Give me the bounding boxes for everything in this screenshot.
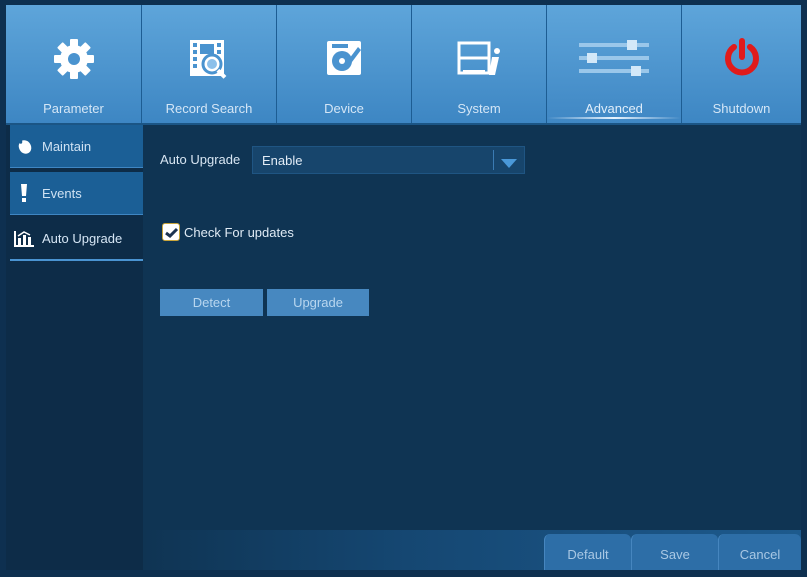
checkmark-icon [165,227,178,238]
maintain-icon [10,137,38,155]
tab-record-search[interactable]: Record Search [142,5,277,124]
tab-label: Shutdown [712,101,771,116]
auto-upgrade-dropdown[interactable]: Enable [252,146,525,174]
tab-label: Parameter [43,101,104,116]
tab-label: Advanced [585,101,643,116]
window-frame-right [801,0,807,577]
active-tab-indicator [547,117,681,119]
save-button[interactable]: Save [631,534,718,574]
window-frame-bottom [0,570,807,577]
detect-button[interactable]: Detect [160,289,263,316]
sidebar-item-maintain[interactable]: Maintain [10,125,143,168]
film-search-icon [142,37,276,79]
check-updates-label: Check For updates [184,225,294,240]
check-updates-checkbox[interactable] [162,223,180,241]
exclamation-icon [10,183,38,203]
gear-icon [6,37,141,79]
sliders-icon [547,37,681,79]
disk-edit-icon [277,37,411,79]
tab-label: Device [324,101,364,116]
sidebar-item-events[interactable]: Events [10,172,143,215]
tab-label: System [457,101,501,116]
sidebar-item-label: Auto Upgrade [42,231,123,246]
sidebar-item-label: Maintain [42,138,92,154]
tab-label: Record Search [165,101,253,116]
tab-shutdown[interactable]: Shutdown [682,5,801,124]
dropdown-value: Enable [262,153,303,168]
default-button[interactable]: Default [544,534,631,574]
content-panel: Auto Upgrade Enable Check For updates De… [143,125,801,570]
tab-system[interactable]: System [412,5,547,124]
sidebar-item-label: Events [42,185,82,201]
dropdown-divider [493,150,494,170]
sidebar-item-auto-upgrade[interactable]: Auto Upgrade [10,218,143,261]
window-frame-left [0,0,6,577]
sidebar: Maintain Events Auto Upgrade [6,125,143,570]
system-info-icon [412,37,546,79]
tab-device[interactable]: Device [277,5,412,124]
tab-parameter[interactable]: Parameter [6,5,142,124]
auto-upgrade-label: Auto Upgrade [160,152,241,167]
power-icon [682,37,801,79]
chevron-down-icon[interactable] [500,154,518,168]
tab-advanced[interactable]: Advanced [547,5,682,124]
upgrade-button[interactable]: Upgrade [267,289,369,316]
top-navigation: Parameter Record Search Device System Ad… [6,5,801,124]
bar-chart-icon [10,230,38,248]
cancel-button[interactable]: Cancel [718,534,801,574]
